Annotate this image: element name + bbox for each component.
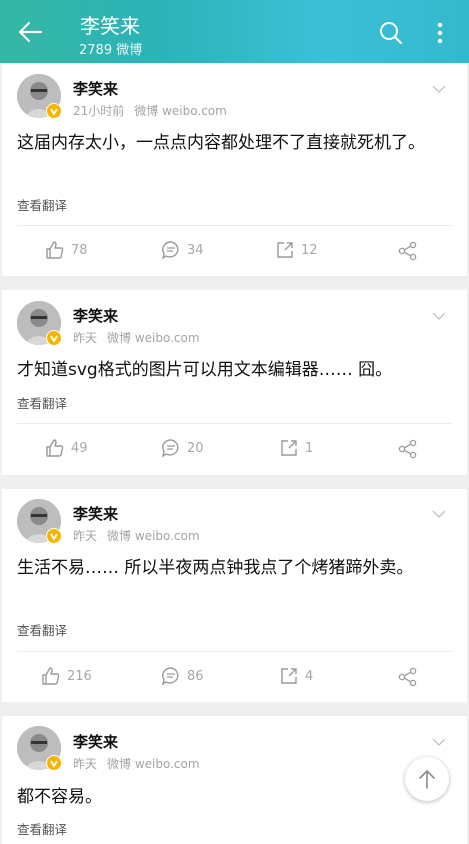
comment-icon [161, 667, 179, 686]
like-count: 216 [67, 668, 92, 684]
repost-count: 1 [305, 440, 314, 456]
thumbs-up-icon [46, 241, 64, 259]
like-button[interactable]: 78 [45, 240, 88, 260]
repost-icon [277, 242, 293, 258]
translate-link[interactable]: 查看翻译 [17, 393, 67, 412]
page-title: 李笑来 [80, 14, 140, 38]
post-card: 李笑来 21小时前 微博 weibo.com 这届内存太小，一点点内容都处理不了直… [2, 64, 467, 276]
translate-link[interactable]: 查看翻译 [17, 819, 67, 838]
top-bar: 李笑来 2789 微博 [0, 0, 469, 63]
thumbs-up-icon [46, 439, 64, 457]
post-card: 李笑来 昨天 微博 weibo.com 才知道svg格式的图片可以用文本编辑器……… [2, 290, 467, 475]
post-text: 才知道svg格式的图片可以用文本编辑器…… 囧。 [17, 360, 393, 380]
divider [17, 423, 453, 424]
post-meta: 昨天 微博 weibo.com [73, 329, 200, 346]
repost-button[interactable]: 12 [275, 240, 318, 260]
comment-count: 20 [187, 440, 204, 456]
translate-link[interactable]: 查看翻译 [17, 195, 67, 214]
comment-count: 86 [187, 668, 204, 684]
author-name[interactable]: 李笑来 [73, 78, 118, 99]
more-vertical-icon[interactable] [430, 20, 450, 46]
chevron-down-icon[interactable] [432, 737, 446, 747]
author-name[interactable]: 李笑来 [73, 503, 118, 524]
post-meta: 昨天 微博 weibo.com [73, 755, 200, 772]
share-icon[interactable] [398, 439, 418, 459]
comment-icon [161, 439, 179, 458]
like-count: 78 [71, 242, 88, 258]
comment-count: 34 [187, 242, 204, 258]
comment-button[interactable]: 20 [161, 438, 204, 458]
scroll-to-top-button[interactable] [405, 757, 449, 801]
post-source: 微博 weibo.com [107, 757, 200, 771]
share-icon[interactable] [398, 667, 418, 687]
repost-icon [281, 668, 297, 684]
post-time: 21小时前 [73, 104, 125, 118]
post-time: 昨天 [73, 529, 98, 543]
verified-badge-icon [46, 528, 62, 544]
repost-button[interactable]: 4 [279, 666, 313, 686]
comment-button[interactable]: 86 [161, 666, 204, 686]
repost-count: 4 [305, 668, 314, 684]
arrow-up-icon [419, 770, 435, 789]
post-meta: 昨天 微博 weibo.com [73, 527, 200, 544]
share-icon[interactable] [398, 241, 418, 261]
post-text: 这届内存太小，一点点内容都处理不了直接就死机了。 [17, 133, 425, 153]
post-card: 李笑来 昨天 微博 weibo.com 都不容易。 查看翻译 [2, 716, 467, 844]
post-time: 昨天 [73, 757, 98, 771]
post-time: 昨天 [73, 331, 98, 345]
post-text: 生活不易…… 所以半夜两点钟我点了个烤猪蹄外卖。 [17, 558, 414, 578]
divider [17, 225, 453, 226]
author-name[interactable]: 李笑来 [73, 731, 118, 752]
like-count: 49 [71, 440, 88, 456]
like-button[interactable]: 216 [41, 666, 92, 686]
thumbs-up-icon [42, 667, 60, 685]
search-icon[interactable] [378, 20, 404, 46]
post-source: 微博 weibo.com [107, 331, 200, 345]
repost-icon [281, 440, 297, 456]
like-button[interactable]: 49 [45, 438, 88, 458]
repost-button[interactable]: 1 [279, 438, 313, 458]
chevron-down-icon[interactable] [432, 509, 446, 519]
translate-link[interactable]: 查看翻译 [17, 620, 67, 639]
author-name[interactable]: 李笑来 [73, 305, 118, 326]
post-count: 2789 微博 [79, 43, 143, 58]
post-text: 都不容易。 [17, 787, 102, 807]
comment-icon [161, 241, 179, 260]
post-card: 李笑来 昨天 微博 weibo.com 生活不易…… 所以半夜两点钟我点了个烤猪蹄… [2, 489, 467, 702]
repost-count: 12 [301, 242, 318, 258]
comment-button[interactable]: 34 [161, 240, 204, 260]
verified-badge-icon [46, 330, 62, 346]
post-source: 微博 weibo.com [107, 529, 200, 543]
chevron-down-icon[interactable] [432, 311, 446, 321]
chevron-down-icon[interactable] [432, 84, 446, 94]
verified-badge-icon [46, 103, 62, 119]
post-meta: 21小时前 微博 weibo.com [73, 102, 227, 119]
verified-badge-icon [46, 755, 62, 771]
back-arrow-icon[interactable] [16, 18, 44, 46]
divider [17, 651, 453, 652]
post-source: 微博 weibo.com [134, 104, 227, 118]
